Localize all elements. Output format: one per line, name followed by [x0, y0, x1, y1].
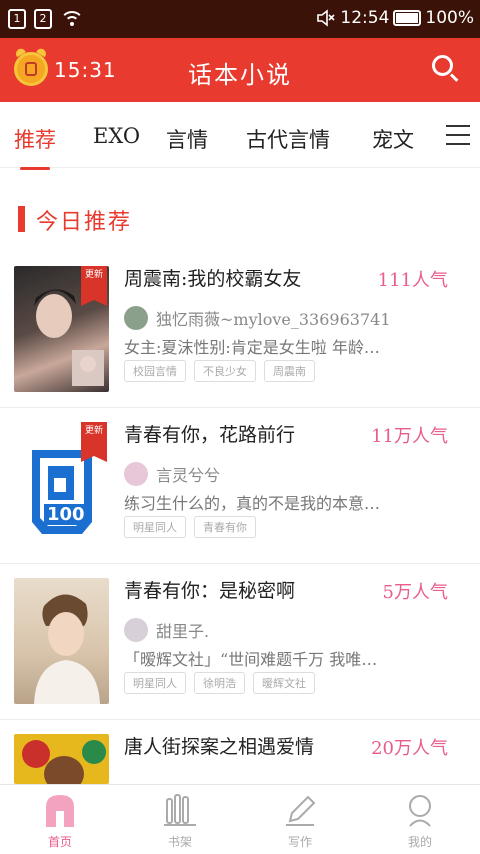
book-item[interactable]: 青春有你：是秘密啊 5万人气 甜里子. 「暧辉文社」“世间难题千万 我唯… 明星…: [0, 564, 480, 720]
tag[interactable]: 徐明浩: [194, 672, 245, 694]
nav-write[interactable]: 写作: [240, 785, 360, 854]
book-title[interactable]: 青春有你：是秘密啊: [124, 576, 295, 603]
popularity: 5万人气: [382, 582, 448, 603]
app-header: 15:31 话本小说: [0, 38, 480, 102]
bottom-nav: 首页 书架 写作 我的: [0, 784, 480, 854]
battery-percent: 100%: [425, 8, 474, 28]
app-title: 话本小说: [188, 61, 292, 89]
status-time: 12:54: [340, 8, 390, 28]
author-name[interactable]: 甜里子.: [156, 618, 209, 642]
book-item[interactable]: 100 更新 青春有你，花路前行 11万人气 言灵兮兮 练习生什么的，真的不是我…: [0, 408, 480, 564]
cover-number: 100: [44, 504, 88, 525]
author-name[interactable]: 独忆雨薇~mylove_336963741: [156, 306, 391, 330]
author-avatar: [124, 618, 148, 642]
tag[interactable]: 不良少女: [194, 360, 256, 382]
category-tabs: 推荐 EXO 言情 古代言情 宠文: [0, 102, 480, 168]
tab-recommend[interactable]: 推荐: [14, 124, 56, 154]
popularity: 20万人气: [371, 738, 448, 759]
book-title[interactable]: 青春有你，花路前行: [124, 420, 295, 447]
book-desc: 「暧辉文社」“世间难题千万 我唯…: [124, 650, 378, 669]
book-title[interactable]: 周震南:我的校霸女友: [124, 264, 301, 291]
tag[interactable]: 明星同人: [124, 516, 186, 538]
book-cover[interactable]: [14, 578, 109, 704]
book-desc: 女主:夏沫性别:肯定是女生啦 年龄…: [124, 338, 380, 357]
author-avatar: [124, 462, 148, 486]
tab-pampered[interactable]: 宠文: [372, 124, 414, 154]
nav-profile[interactable]: 我的: [360, 785, 480, 854]
wifi-icon: [60, 9, 84, 29]
book-cover[interactable]: 更新: [14, 266, 109, 392]
nav-home[interactable]: 首页: [0, 785, 120, 854]
tag[interactable]: 校园言情: [124, 360, 186, 382]
tab-exo[interactable]: EXO: [93, 124, 140, 148]
update-badge: 更新: [81, 266, 107, 306]
battery-icon: [393, 10, 422, 26]
book-cover[interactable]: 100 更新: [14, 422, 109, 548]
tag[interactable]: 周震南: [264, 360, 315, 382]
popularity: 111人气: [377, 270, 448, 291]
book-item[interactable]: 唐人街探案之相遇爱情 20万人气: [0, 720, 480, 784]
pencil-icon: [284, 793, 316, 827]
book-desc: 练习生什么的，真的不是我的本意…: [124, 494, 381, 513]
nav-bookshelf[interactable]: 书架: [120, 785, 240, 854]
book-cover[interactable]: [14, 734, 109, 784]
tag[interactable]: 青春有你: [194, 516, 256, 538]
popularity: 11万人气: [371, 426, 448, 447]
tab-ancient-romance[interactable]: 古代言情: [246, 124, 330, 154]
mute-icon: [316, 8, 336, 28]
tag[interactable]: 暧辉文社: [253, 672, 315, 694]
user-icon: [404, 793, 436, 827]
search-icon[interactable]: [432, 55, 459, 82]
sim2-icon: 2: [34, 9, 52, 29]
author-avatar: [124, 306, 148, 330]
status-bar: 1 2 12:54 100%: [0, 0, 480, 38]
home-icon: [44, 793, 76, 827]
author-name[interactable]: 言灵兮兮: [156, 462, 220, 486]
section-today-recommend: 今日推荐: [0, 200, 480, 236]
section-marker: [18, 206, 25, 232]
book-title[interactable]: 唐人街探案之相遇爱情: [124, 732, 314, 759]
tag[interactable]: 明星同人: [124, 672, 186, 694]
sim1-icon: 1: [8, 9, 26, 29]
section-title: 今日推荐: [36, 210, 133, 235]
bookshelf-icon: [164, 793, 196, 827]
menu-icon[interactable]: [446, 125, 470, 145]
update-badge: 更新: [81, 422, 107, 462]
tab-romance[interactable]: 言情: [166, 124, 208, 154]
book-item[interactable]: 更新 周震南:我的校霸女友 111人气 独忆雨薇~mylove_33696374…: [0, 252, 480, 408]
